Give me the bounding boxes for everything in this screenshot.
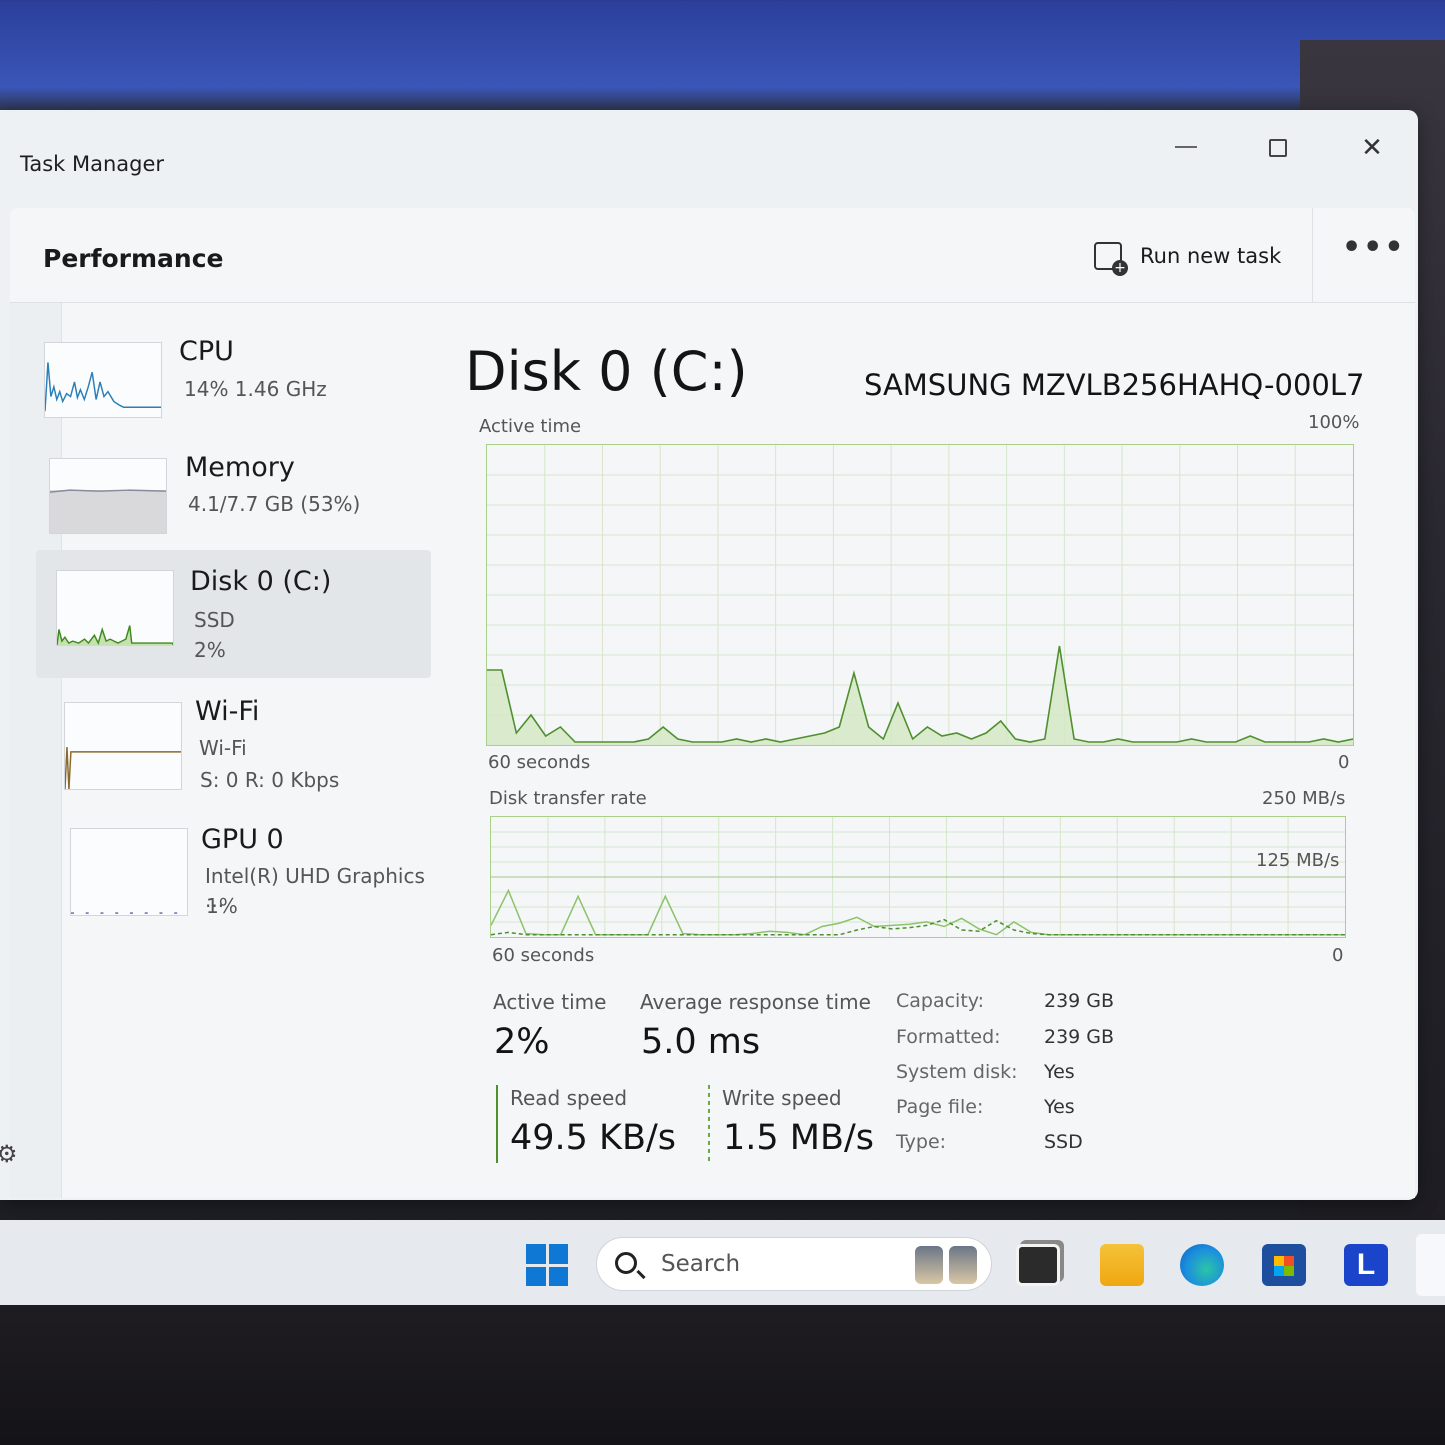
prop-system-disk-label: System disk: bbox=[896, 1061, 1018, 1083]
sidebar-item-wifi[interactable]: Wi-Fi Wi-Fi S: 0 R: 0 Kbps bbox=[40, 692, 435, 820]
more-options-button[interactable]: ••• bbox=[1342, 230, 1406, 265]
stat-active-time-value: 2% bbox=[494, 1022, 550, 1062]
sidebar-item-label: Disk 0 (C:) bbox=[190, 566, 332, 597]
disk-title: Disk 0 (C:) bbox=[465, 340, 748, 403]
search-highlight-image bbox=[915, 1246, 981, 1284]
sidebar-item-label: GPU 0 bbox=[201, 824, 284, 855]
prop-formatted-label: Formatted: bbox=[896, 1026, 1001, 1048]
page-title: Performance bbox=[43, 244, 224, 273]
desk-surface bbox=[0, 1300, 1445, 1445]
task-view-icon[interactable] bbox=[1016, 1244, 1060, 1286]
read-speed-indicator bbox=[496, 1085, 498, 1163]
prop-formatted-value: 239 GB bbox=[1044, 1026, 1115, 1048]
sidebar-item-detail: 4.1/7.7 GB (53%) bbox=[188, 492, 361, 516]
minimize-button[interactable] bbox=[1164, 126, 1208, 170]
windows-logo-pane bbox=[526, 1266, 546, 1286]
sidebar-item-usage: S: 0 R: 0 Kbps bbox=[200, 768, 340, 792]
sidebar-item-detail: SSD bbox=[194, 608, 235, 632]
active-time-label: Active time bbox=[479, 416, 582, 437]
stat-write-speed-label: Write speed bbox=[722, 1086, 842, 1110]
disk-model: SAMSUNG MZVLB256HAHQ-000L7 bbox=[864, 368, 1365, 402]
prop-type-value: SSD bbox=[1044, 1131, 1083, 1153]
search-placeholder: Search bbox=[661, 1251, 741, 1277]
transfer-rate-span-label: 60 seconds bbox=[492, 945, 595, 966]
search-icon bbox=[615, 1252, 637, 1274]
windows-logo-pane bbox=[548, 1266, 568, 1286]
command-bar-divider bbox=[1312, 208, 1313, 303]
transfer-rate-chart bbox=[490, 816, 1346, 938]
sidebar-item-disk-0[interactable]: Disk 0 (C:) SSD 2% bbox=[36, 550, 431, 678]
sidebar-item-label: CPU bbox=[179, 336, 234, 367]
stat-avg-response-value: 5.0 ms bbox=[641, 1022, 761, 1062]
active-time-chart bbox=[486, 444, 1354, 746]
sidebar-item-detail: Intel(R) UHD Graphics ... bbox=[205, 864, 425, 912]
gpu-thumbnail-graph bbox=[70, 828, 188, 916]
sidebar-item-gpu-0[interactable]: GPU 0 Intel(R) UHD Graphics ... 1% bbox=[40, 822, 435, 950]
transfer-rate-min-label: 0 bbox=[1332, 945, 1344, 966]
prop-system-disk-value: Yes bbox=[1044, 1061, 1075, 1083]
maximize-icon bbox=[1269, 139, 1287, 157]
settings-gear-icon[interactable]: ⚙ bbox=[0, 1140, 18, 1168]
sidebar-item-label: Memory bbox=[185, 452, 295, 483]
run-new-task-button[interactable]: Run new task bbox=[1094, 236, 1281, 276]
minimize-icon bbox=[1175, 146, 1197, 148]
windows-logo-pane bbox=[548, 1244, 568, 1264]
command-bar: Performance Run new task ••• bbox=[10, 208, 1415, 303]
sidebar-item-usage: 1% bbox=[206, 894, 238, 918]
sidebar-item-label: Wi-Fi bbox=[195, 696, 260, 727]
active-time-span-label: 60 seconds bbox=[488, 752, 591, 773]
active-time-area bbox=[487, 646, 1353, 745]
sidebar-item-detail: 14% 1.46 GHz bbox=[184, 377, 327, 401]
l-app-icon[interactable]: L bbox=[1344, 1244, 1388, 1286]
stat-avg-response-label: Average response time bbox=[640, 990, 871, 1014]
active-time-max-label: 100% bbox=[1308, 412, 1360, 433]
start-button[interactable] bbox=[526, 1244, 568, 1286]
stat-read-speed-value: 49.5 KB/s bbox=[510, 1118, 677, 1158]
maximize-button[interactable] bbox=[1256, 126, 1300, 170]
active-time-min-label: 0 bbox=[1338, 752, 1350, 773]
sidebar-item-cpu[interactable]: CPU 14% 1.46 GHz bbox=[36, 332, 431, 460]
transfer-rate-max-label: 250 MB/s bbox=[1262, 788, 1346, 809]
disk-thumbnail-graph bbox=[56, 570, 174, 646]
read-series-line bbox=[491, 888, 1345, 936]
transfer-rate-label: Disk transfer rate bbox=[489, 788, 647, 809]
prop-capacity-label: Capacity: bbox=[896, 990, 985, 1012]
write-speed-indicator bbox=[708, 1085, 710, 1163]
taskbar-search-box[interactable]: Search bbox=[596, 1237, 992, 1291]
active-time-series-line bbox=[487, 645, 1353, 743]
microsoft-store-icon[interactable] bbox=[1262, 1244, 1306, 1286]
windows-logo-icon bbox=[526, 1244, 546, 1264]
stat-read-speed-label: Read speed bbox=[510, 1086, 628, 1110]
wifi-thumbnail-graph bbox=[64, 702, 182, 790]
taskbar: Search L bbox=[0, 1220, 1445, 1305]
window-title: Task Manager bbox=[20, 152, 165, 176]
stat-active-time-label: Active time bbox=[493, 990, 607, 1014]
stat-write-speed-value: 1.5 MB/s bbox=[723, 1118, 875, 1158]
run-new-task-label: Run new task bbox=[1140, 244, 1282, 268]
sidebar-item-detail: Wi-Fi bbox=[199, 736, 247, 760]
sidebar-item-usage: 2% bbox=[194, 638, 226, 662]
close-button[interactable]: ✕ bbox=[1350, 126, 1394, 170]
task-manager-taskbar-icon[interactable] bbox=[1416, 1234, 1445, 1296]
prop-page-file-value: Yes bbox=[1044, 1096, 1075, 1118]
prop-capacity-value: 239 GB bbox=[1044, 990, 1115, 1012]
transfer-rate-mid-label: 125 MB/s bbox=[1256, 850, 1340, 871]
file-explorer-icon[interactable] bbox=[1100, 1244, 1144, 1286]
task-manager-window: Task Manager ✕ Performance Run new task … bbox=[0, 110, 1418, 1200]
prop-type-label: Type: bbox=[896, 1131, 947, 1153]
prop-page-file-label: Page file: bbox=[896, 1096, 984, 1118]
edge-browser-icon[interactable] bbox=[1180, 1244, 1224, 1286]
cpu-thumbnail-graph bbox=[44, 342, 162, 418]
run-task-icon bbox=[1094, 242, 1128, 276]
close-icon: ✕ bbox=[1361, 133, 1383, 163]
memory-thumbnail-graph bbox=[49, 458, 167, 534]
